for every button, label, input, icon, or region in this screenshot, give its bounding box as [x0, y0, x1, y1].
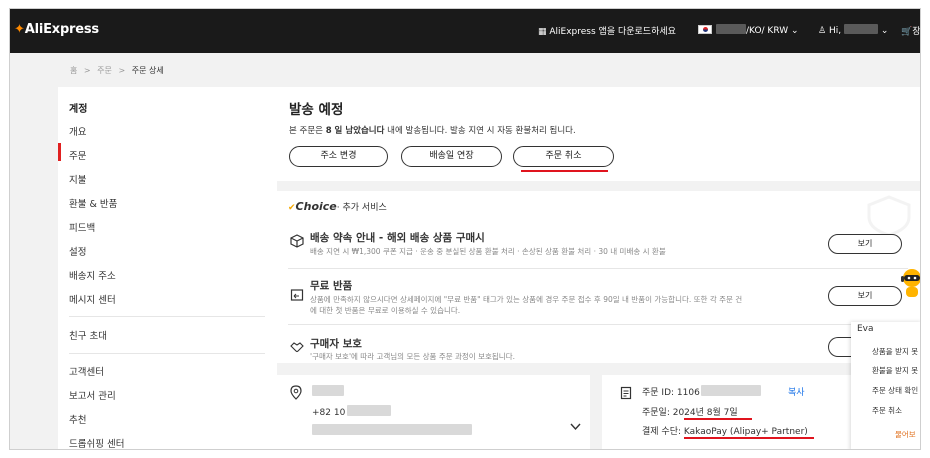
service-desc-buyer-protection: '구매자 보호'에 따라 고객님의 모든 상품 주문 과정이 보호됩니다.: [310, 352, 515, 361]
browser-viewport: ✦AliExpress ▦ AliExpress 앱을 다운로드하세요 /KO/…: [9, 8, 921, 450]
sidebar-item-invite[interactable]: 친구 초대: [69, 328, 107, 342]
annotation-underline: [521, 170, 608, 172]
breadcrumb: 홈 > 주문 > 주문 상세: [70, 65, 164, 76]
breadcrumb-current: 주문 상세: [131, 66, 164, 75]
service-divider: [288, 324, 908, 325]
choice-check-icon: ✔: [288, 203, 296, 213]
order-date: 주문일: 2024년 8월 7일: [642, 408, 738, 418]
cancel-order-button[interactable]: 주문 취소: [513, 146, 614, 167]
service-desc-free-return: 상품에 만족하지 않으시다면 상세페이지에 "무료 반품" 태그가 있는 상품에…: [310, 295, 743, 304]
service-divider: [288, 268, 908, 269]
sidebar-item-reports[interactable]: 보고서 관리: [69, 388, 116, 402]
assistant-menu: Eva 상품을 받지 못 환불을 받지 못 주문 상태 확인 주문 취소 물어보: [851, 322, 920, 449]
assistant-option-not-received[interactable]: 상품을 받지 못: [872, 346, 918, 357]
copy-order-id-link[interactable]: 복사: [788, 385, 805, 398]
sidebar-item-feedback[interactable]: 피드백: [69, 220, 95, 234]
sidebar-item-orders[interactable]: 주문: [69, 148, 86, 162]
app-download-link[interactable]: ▦ AliExpress 앱을 다운로드하세요: [538, 24, 676, 37]
days-remaining: 8 일 남았습니다: [325, 126, 385, 136]
redacted-address: [312, 424, 472, 435]
breadcrumb-orders[interactable]: 주문: [97, 66, 112, 75]
choice-header: ✔Choice· 추가 서비스: [288, 200, 387, 213]
assistant-name: Eva: [857, 324, 874, 334]
change-address-button[interactable]: 주소 변경: [289, 146, 388, 167]
sidebar-item-messages[interactable]: 메시지 센터: [69, 292, 116, 306]
sidebar-active-indicator: [58, 143, 61, 161]
qr-code-icon: ▦: [538, 27, 550, 37]
assistant-option-cancel-order[interactable]: 주문 취소: [872, 405, 902, 416]
cart-icon: 🛒: [901, 27, 913, 37]
status-title: 발송 예정: [289, 102, 344, 118]
sidebar-item-recommend[interactable]: 추천: [69, 412, 86, 426]
choice-services-card: ✔Choice· 추가 서비스 배송 약속 안내 - 해외 배송 상품 구매시 …: [274, 191, 920, 363]
service-desc-delivery: 배송 지연 시 ₩1,300 쿠폰 지급 · 운송 중 분실된 상품 환불 처리…: [310, 247, 666, 256]
service-title-free-return: 무료 반품: [310, 280, 353, 292]
breadcrumb-separator: >: [83, 66, 91, 75]
order-date-value: 2024년 8월 7일: [672, 408, 738, 418]
account-menu[interactable]: ♙ Hi, ⌄: [818, 24, 888, 36]
redacted-country: [716, 24, 746, 34]
sidebar-item-addresses[interactable]: 배송지 주소: [69, 268, 116, 282]
sidebar-item-settings[interactable]: 설정: [69, 244, 86, 258]
korea-flag-icon: [698, 25, 712, 34]
view-free-return-button[interactable]: 보기: [828, 286, 902, 306]
redacted-order-id: [700, 385, 761, 396]
cart-link[interactable]: 🛒장: [901, 24, 920, 37]
service-desc-free-return-2: 에 대한 첫 반품은 무료로 이용하실 수 있습니다.: [310, 306, 461, 315]
order-id: 주문 ID: 1106: [642, 385, 761, 398]
annotation-underline: [684, 437, 814, 439]
sidebar-item-overview[interactable]: 개요: [69, 124, 86, 138]
breadcrumb-separator: >: [118, 66, 126, 75]
aliexpress-logo[interactable]: ✦AliExpress: [14, 22, 99, 37]
shipping-address-card: +82 10: [274, 375, 590, 449]
breadcrumb-home[interactable]: 홈: [70, 66, 77, 75]
view-delivery-button[interactable]: 보기: [828, 234, 902, 254]
redacted-username: [843, 24, 878, 34]
chevron-down-icon: ⌄: [788, 26, 799, 36]
order-status-card: 발송 예정 본 주문은 8 일 남았습니다 내에 발송됩니다. 발송 지연 시 …: [274, 87, 920, 181]
redacted-name: [312, 385, 344, 396]
payment-method: 결제 수단: KakaoPay (Alipay+ Partner): [642, 427, 808, 437]
annotation-underline: [684, 418, 752, 420]
handshake-icon: [290, 342, 304, 353]
payment-method-value: KakaoPay (Alipay+ Partner): [683, 427, 808, 437]
choice-brand: Choice: [295, 200, 337, 213]
sidebar-item-refunds[interactable]: 환불 & 반품: [69, 196, 117, 210]
sidebar-title: 계정: [69, 104, 88, 115]
account-sidebar: 계정 개요 주문 지불 환불 & 반품 피드백 설정 배송지 주소 메시지 센터…: [58, 87, 277, 449]
service-title-buyer-protection: 구매자 보호: [310, 338, 362, 350]
user-icon: ♙: [818, 26, 829, 36]
assistant-option-no-refund[interactable]: 환불을 받지 못: [872, 365, 918, 376]
box-icon: [290, 234, 304, 248]
receipt-icon: [620, 386, 632, 400]
chevron-down-icon: ⌄: [877, 26, 889, 36]
extend-delivery-button[interactable]: 배송일 연장: [401, 146, 502, 167]
status-description: 본 주문은 8 일 남았습니다 내에 발송됩니다. 발송 지연 시 자동 환불처…: [289, 126, 576, 136]
return-box-icon: [290, 289, 304, 301]
assistant-mascot-icon[interactable]: [898, 268, 921, 298]
chevron-down-icon[interactable]: [570, 423, 581, 431]
redacted-phone: [347, 405, 392, 416]
assistant-ask-link[interactable]: 물어보: [895, 429, 916, 440]
phone-number: +82 10: [312, 405, 392, 418]
shield-watermark-icon: [867, 195, 911, 235]
assistant-option-order-status[interactable]: 주문 상태 확인: [872, 385, 918, 396]
sidebar-divider: [69, 353, 265, 354]
locale-selector[interactable]: /KO/ KRW ⌄: [698, 24, 799, 36]
location-pin-icon: [290, 385, 302, 400]
service-title-delivery: 배송 약속 안내 - 해외 배송 상품 구매시: [310, 232, 485, 244]
sidebar-divider: [69, 316, 265, 317]
sidebar-item-dropshipping[interactable]: 드롭쉬핑 센터: [69, 436, 124, 449]
sidebar-item-payment[interactable]: 지불: [69, 172, 86, 186]
top-navbar: ✦AliExpress ▦ AliExpress 앱을 다운로드하세요 /KO/…: [10, 9, 920, 53]
sidebar-item-help-center[interactable]: 고객센터: [69, 364, 104, 378]
